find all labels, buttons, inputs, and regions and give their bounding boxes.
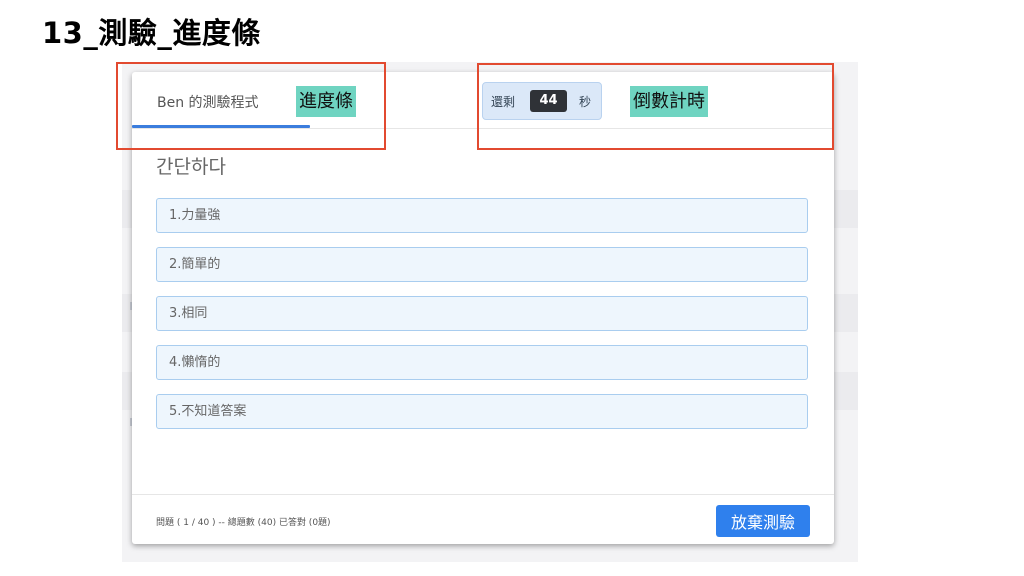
countdown-callout-label: 倒數計時 [630,86,708,117]
quit-quiz-button[interactable]: 放棄測驗 [716,505,810,537]
answer-option-2[interactable]: 2.簡單的 [156,247,808,282]
quiz-status-text: 問題 ( 1 / 40 ) -- 總題數 (40) 已答對 (0題) [156,518,331,528]
progress-bar-callout-label: 進度條 [296,86,356,117]
slide-title: 13_測驗_進度條 [42,16,261,50]
question-text: 간단하다 [156,156,226,178]
answer-option-1[interactable]: 1.力量強 [156,198,808,233]
answer-option-3[interactable]: 3.相同 [156,296,808,331]
answer-option-4[interactable]: 4.懶惰的 [156,345,808,380]
modal-footer: 問題 ( 1 / 40 ) -- 總題數 (40) 已答對 (0題) 放棄測驗 [132,494,834,545]
answer-option-5[interactable]: 5.不知道答案 [156,394,808,429]
